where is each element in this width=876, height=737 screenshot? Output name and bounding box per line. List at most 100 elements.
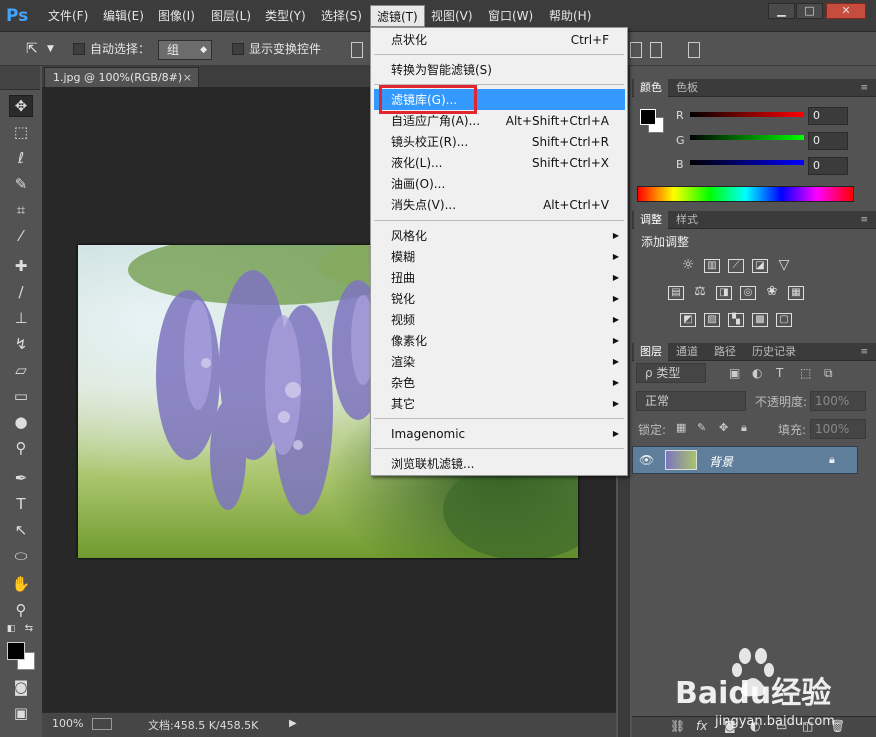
tab-channels[interactable]: 通道 xyxy=(670,343,704,361)
tab-styles[interactable]: 样式 xyxy=(670,211,704,229)
menu-item-smart-filter[interactable]: 转换为智能滤镜(S) xyxy=(391,60,492,80)
hue-saturation-icon[interactable]: ▤ xyxy=(668,286,684,300)
menu-item-liquify[interactable]: 液化(L)... xyxy=(391,153,443,173)
menu-item-browse-online-filters[interactable]: 浏览联机滤镜... xyxy=(391,454,474,474)
align-left-icon[interactable] xyxy=(351,42,363,58)
layer-filter-dropdown[interactable]: ρ 类型 xyxy=(636,363,706,383)
tab-swatches[interactable]: 色板 xyxy=(670,79,704,97)
crop-tool-icon[interactable]: ⌗ xyxy=(9,199,33,221)
invert-icon[interactable]: ◩ xyxy=(680,313,696,327)
menu-item-other[interactable]: 其它 xyxy=(391,394,415,414)
filter-shape-icon[interactable]: ⬚ xyxy=(800,366,811,380)
color-lookup-icon[interactable]: ▦ xyxy=(788,286,804,300)
screen-mode-icon[interactable]: ▣ xyxy=(9,702,33,724)
blue-value[interactable]: 0 xyxy=(808,157,848,175)
green-slider[interactable] xyxy=(690,135,804,140)
pen-tool-icon[interactable]: ✒ xyxy=(9,467,33,489)
status-menu-arrow-icon[interactable]: ▶ xyxy=(289,718,297,729)
distribute-horizontal-icon[interactable] xyxy=(650,42,662,58)
tab-adjustments[interactable]: 调整 xyxy=(634,211,668,229)
zoom-tool-icon[interactable]: ⚲ xyxy=(9,599,33,621)
menu-item-sharpen[interactable]: 锐化 xyxy=(391,289,415,309)
swap-colors-icon[interactable]: ⇆ xyxy=(22,623,36,635)
eye-icon[interactable]: 👁︎ xyxy=(639,453,654,467)
menu-window[interactable]: 窗口(W) xyxy=(482,6,539,26)
menu-item-stylize[interactable]: 风格化 xyxy=(391,226,427,246)
show-transform-checkbox[interactable] xyxy=(232,43,244,55)
lock-transparent-icon[interactable]: ▦ xyxy=(676,421,686,434)
minimize-button[interactable]: ▁ xyxy=(768,3,795,19)
history-brush-tool-icon[interactable]: ↯ xyxy=(9,333,33,355)
menu-item-noise[interactable]: 杂色 xyxy=(391,373,415,393)
gradient-map-icon[interactable]: ▩ xyxy=(752,313,768,327)
tab-paths[interactable]: 路径 xyxy=(708,343,742,361)
maximize-button[interactable]: □ xyxy=(796,3,823,19)
auto-select-checkbox[interactable] xyxy=(73,43,85,55)
distribute-center-icon[interactable] xyxy=(630,42,642,58)
ellipse-tool-icon[interactable]: ⬭ xyxy=(9,545,33,567)
dodge-tool-icon[interactable]: ⚲ xyxy=(9,437,33,459)
gradient-tool-icon[interactable]: ▭ xyxy=(9,385,33,407)
move-tool-icon[interactable]: ⇱ xyxy=(26,40,38,59)
menu-item-adaptive-wide-angle[interactable]: 自适应广角(A)... xyxy=(391,111,480,131)
menu-item-pixelate[interactable]: 像素化 xyxy=(391,331,427,351)
tool-preset-dropdown-icon[interactable]: ▼ xyxy=(47,40,54,59)
menu-type[interactable]: 类型(Y) xyxy=(259,6,312,26)
layer-row[interactable]: 👁︎ 背景 🔒︎ xyxy=(632,446,858,474)
foreground-color-swatch[interactable] xyxy=(7,642,25,660)
clone-stamp-tool-icon[interactable]: ⊥ xyxy=(9,307,33,329)
default-colors-icon[interactable]: ◧ xyxy=(4,623,18,635)
menu-item-video[interactable]: 视频 xyxy=(391,310,415,330)
selective-color-icon[interactable]: ▢ xyxy=(776,313,792,327)
filter-pixel-icon[interactable]: ▣ xyxy=(729,366,740,380)
brush-tool-icon[interactable]: ∕ xyxy=(9,281,33,303)
menu-item-render[interactable]: 渲染 xyxy=(391,352,415,372)
close-button[interactable]: ✕ xyxy=(826,3,866,19)
auto-align-icon[interactable] xyxy=(688,42,700,58)
lasso-tool-icon[interactable]: ℓ xyxy=(9,147,33,169)
blur-tool-icon[interactable]: ● xyxy=(9,411,33,433)
menu-item-blur[interactable]: 模糊 xyxy=(391,247,415,267)
menu-file[interactable]: 文件(F) xyxy=(42,6,94,26)
color-spectrum-bar[interactable] xyxy=(637,186,854,202)
panel-menu-icon[interactable]: ≡ xyxy=(854,79,874,97)
menu-edit[interactable]: 编辑(E) xyxy=(97,6,150,26)
menu-item-imagenomic[interactable]: Imagenomic xyxy=(391,424,465,444)
lock-all-icon[interactable]: 🔒︎ xyxy=(741,421,747,435)
lock-position-icon[interactable]: ✥ xyxy=(719,421,728,434)
panel-menu-icon[interactable]: ≡ xyxy=(854,211,874,229)
posterize-icon[interactable]: ▨ xyxy=(704,313,720,327)
black-white-icon[interactable]: ◨ xyxy=(716,286,732,300)
green-value[interactable]: 0 xyxy=(808,132,848,150)
menu-layer[interactable]: 图层(L) xyxy=(205,6,257,26)
zoom-level[interactable]: 100% xyxy=(52,717,83,730)
fill-field[interactable]: 100% xyxy=(810,419,866,439)
exposure-icon[interactable]: ◪ xyxy=(752,259,768,273)
tab-history[interactable]: 历史记录 xyxy=(746,343,802,361)
close-icon[interactable]: × xyxy=(183,68,192,87)
move-tool-icon[interactable]: ✥ xyxy=(9,95,33,117)
color-balance-icon[interactable]: ⚖ xyxy=(692,285,708,300)
marquee-tool-icon[interactable]: ⬚ xyxy=(9,121,33,143)
filter-type-icon[interactable]: T xyxy=(776,366,783,380)
photo-filter-icon[interactable]: ◎ xyxy=(740,286,756,300)
curves-icon[interactable]: ⟋ xyxy=(728,259,744,273)
filter-smart-icon[interactable]: ⧉ xyxy=(824,366,833,381)
menu-help[interactable]: 帮助(H) xyxy=(543,6,597,26)
eyedropper-tool-icon[interactable]: ⁄ xyxy=(9,225,33,247)
type-tool-icon[interactable]: T xyxy=(9,493,33,515)
quick-mask-icon[interactable]: ◙ xyxy=(9,676,33,698)
menu-view[interactable]: 视图(V) xyxy=(425,6,479,26)
menu-item-vanishing-point[interactable]: 消失点(V)... xyxy=(391,195,456,215)
red-slider[interactable] xyxy=(690,112,804,117)
hand-tool-icon[interactable]: ✋ xyxy=(9,573,33,595)
vibrance-icon[interactable]: ▽ xyxy=(776,258,792,273)
menu-select[interactable]: 选择(S) xyxy=(315,6,368,26)
channel-mixer-icon[interactable]: ❀ xyxy=(764,285,780,300)
blue-slider[interactable] xyxy=(690,160,804,165)
filter-adjust-icon[interactable]: ◐ xyxy=(752,366,762,380)
red-value[interactable]: 0 xyxy=(808,107,848,125)
healing-brush-tool-icon[interactable]: ✚ xyxy=(9,255,33,277)
opacity-field[interactable]: 100% xyxy=(810,391,866,411)
blend-mode-dropdown[interactable]: 正常 xyxy=(636,391,746,411)
